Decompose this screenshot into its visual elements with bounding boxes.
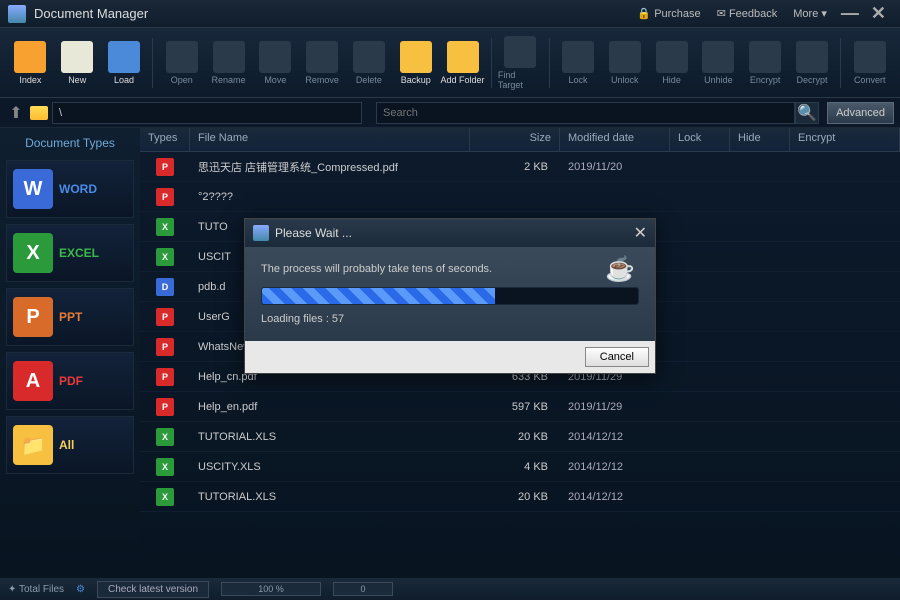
tool-add-folder[interactable]: Add Folder	[440, 41, 485, 85]
col-encrypt[interactable]: Encrypt	[790, 128, 900, 151]
path-input[interactable]	[52, 102, 362, 124]
sidebar-item-ppt[interactable]: PPPT	[6, 288, 134, 346]
tool-find-target[interactable]: Find Target	[498, 36, 543, 90]
tool-backup[interactable]: Backup	[393, 41, 438, 85]
file-row[interactable]: P思迅天店 店铺管理系统_Compressed.pdf2 KB2019/11/2…	[140, 152, 900, 182]
settings-icon[interactable]: ⚙	[76, 584, 85, 595]
coffee-icon: ☕	[605, 255, 635, 284]
dialog-close-button[interactable]: ✕	[634, 223, 647, 243]
status-bar: ✦ Total Files ⚙ Check latest version 100…	[0, 578, 900, 600]
tool-delete[interactable]: Delete	[347, 41, 392, 85]
file-row[interactable]: XTUTORIAL.XLS20 KB2014/12/12	[140, 482, 900, 512]
sidebar-item-pdf[interactable]: APDF	[6, 352, 134, 410]
col-size[interactable]: Size	[470, 128, 560, 151]
col-hide[interactable]: Hide	[730, 128, 790, 151]
file-row[interactable]: XTUTORIAL.XLS20 KB2014/12/12	[140, 422, 900, 452]
close-button[interactable]: ✕	[865, 3, 892, 24]
column-header: Types File Name Size Modified date Lock …	[140, 128, 900, 152]
path-bar: ⬆ 🔍 Advanced	[0, 98, 900, 128]
sidebar-item-word[interactable]: WWORD	[6, 160, 134, 218]
tool-move[interactable]: Move	[253, 41, 298, 85]
please-wait-dialog: Please Wait ... ✕ ☕ The process will pro…	[244, 218, 656, 374]
sidebar-item-excel[interactable]: XEXCEL	[6, 224, 134, 282]
search-input[interactable]	[376, 102, 795, 124]
dialog-message: The process will probably take tens of s…	[261, 263, 639, 275]
col-types[interactable]: Types	[140, 128, 190, 151]
total-files-label: ✦ Total Files	[8, 584, 64, 595]
file-row[interactable]: XUSCITY.XLS4 KB2014/12/12	[140, 452, 900, 482]
feedback-button[interactable]: ✉ Feedback	[709, 5, 786, 22]
cancel-button[interactable]: Cancel	[585, 347, 649, 367]
app-title: Document Manager	[34, 6, 629, 21]
sidebar-heading: Document Types	[6, 136, 134, 150]
tool-decrypt[interactable]: Decrypt	[790, 41, 835, 85]
tool-convert[interactable]: Convert	[847, 41, 892, 85]
dialog-logo-icon	[253, 225, 269, 241]
tool-hide[interactable]: Hide	[649, 41, 694, 85]
folder-icon	[30, 106, 48, 120]
tool-new[interactable]: New	[55, 41, 100, 85]
tool-lock[interactable]: Lock	[556, 41, 601, 85]
loading-text: Loading files : 57	[261, 313, 639, 325]
toolbar: IndexNewLoad OpenRenameMoveRemoveDeleteBa…	[0, 28, 900, 98]
sidebar-item-all[interactable]: 📁All	[6, 416, 134, 474]
tool-unhide[interactable]: Unhide	[696, 41, 741, 85]
tool-unlock[interactable]: Unlock	[602, 41, 647, 85]
more-button[interactable]: More ▾	[785, 5, 835, 22]
tool-remove[interactable]: Remove	[300, 41, 345, 85]
minimize-button[interactable]: —	[835, 3, 865, 24]
file-row[interactable]: P°2????	[140, 182, 900, 212]
purchase-button[interactable]: 🔒 Purchase	[629, 5, 708, 22]
file-row[interactable]: PHelp_en.pdf597 KB2019/11/29	[140, 392, 900, 422]
advanced-button[interactable]: Advanced	[827, 102, 894, 124]
titlebar: Document Manager 🔒 Purchase ✉ Feedback M…	[0, 0, 900, 28]
tool-rename[interactable]: Rename	[206, 41, 251, 85]
progress-bar	[261, 287, 639, 305]
tool-open[interactable]: Open	[159, 41, 204, 85]
app-logo-icon	[8, 5, 26, 23]
col-modified[interactable]: Modified date	[560, 128, 670, 151]
search-button[interactable]: 🔍	[795, 102, 819, 124]
progress-indicator: 100 %	[221, 582, 321, 596]
dialog-titlebar: Please Wait ... ✕	[245, 219, 655, 247]
col-filename[interactable]: File Name	[190, 128, 470, 151]
up-arrow-button[interactable]: ⬆	[6, 103, 26, 123]
tool-encrypt[interactable]: Encrypt	[743, 41, 788, 85]
dialog-body: ☕ The process will probably take tens of…	[245, 247, 655, 341]
tool-index[interactable]: Index	[8, 41, 53, 85]
sidebar: Document Types WWORD XEXCEL PPPT APDF 📁All	[0, 128, 140, 578]
check-version-button[interactable]: Check latest version	[97, 581, 209, 598]
col-lock[interactable]: Lock	[670, 128, 730, 151]
tool-load[interactable]: Load	[102, 41, 147, 85]
count-indicator: 0	[333, 582, 393, 596]
dialog-title: Please Wait ...	[275, 226, 352, 240]
